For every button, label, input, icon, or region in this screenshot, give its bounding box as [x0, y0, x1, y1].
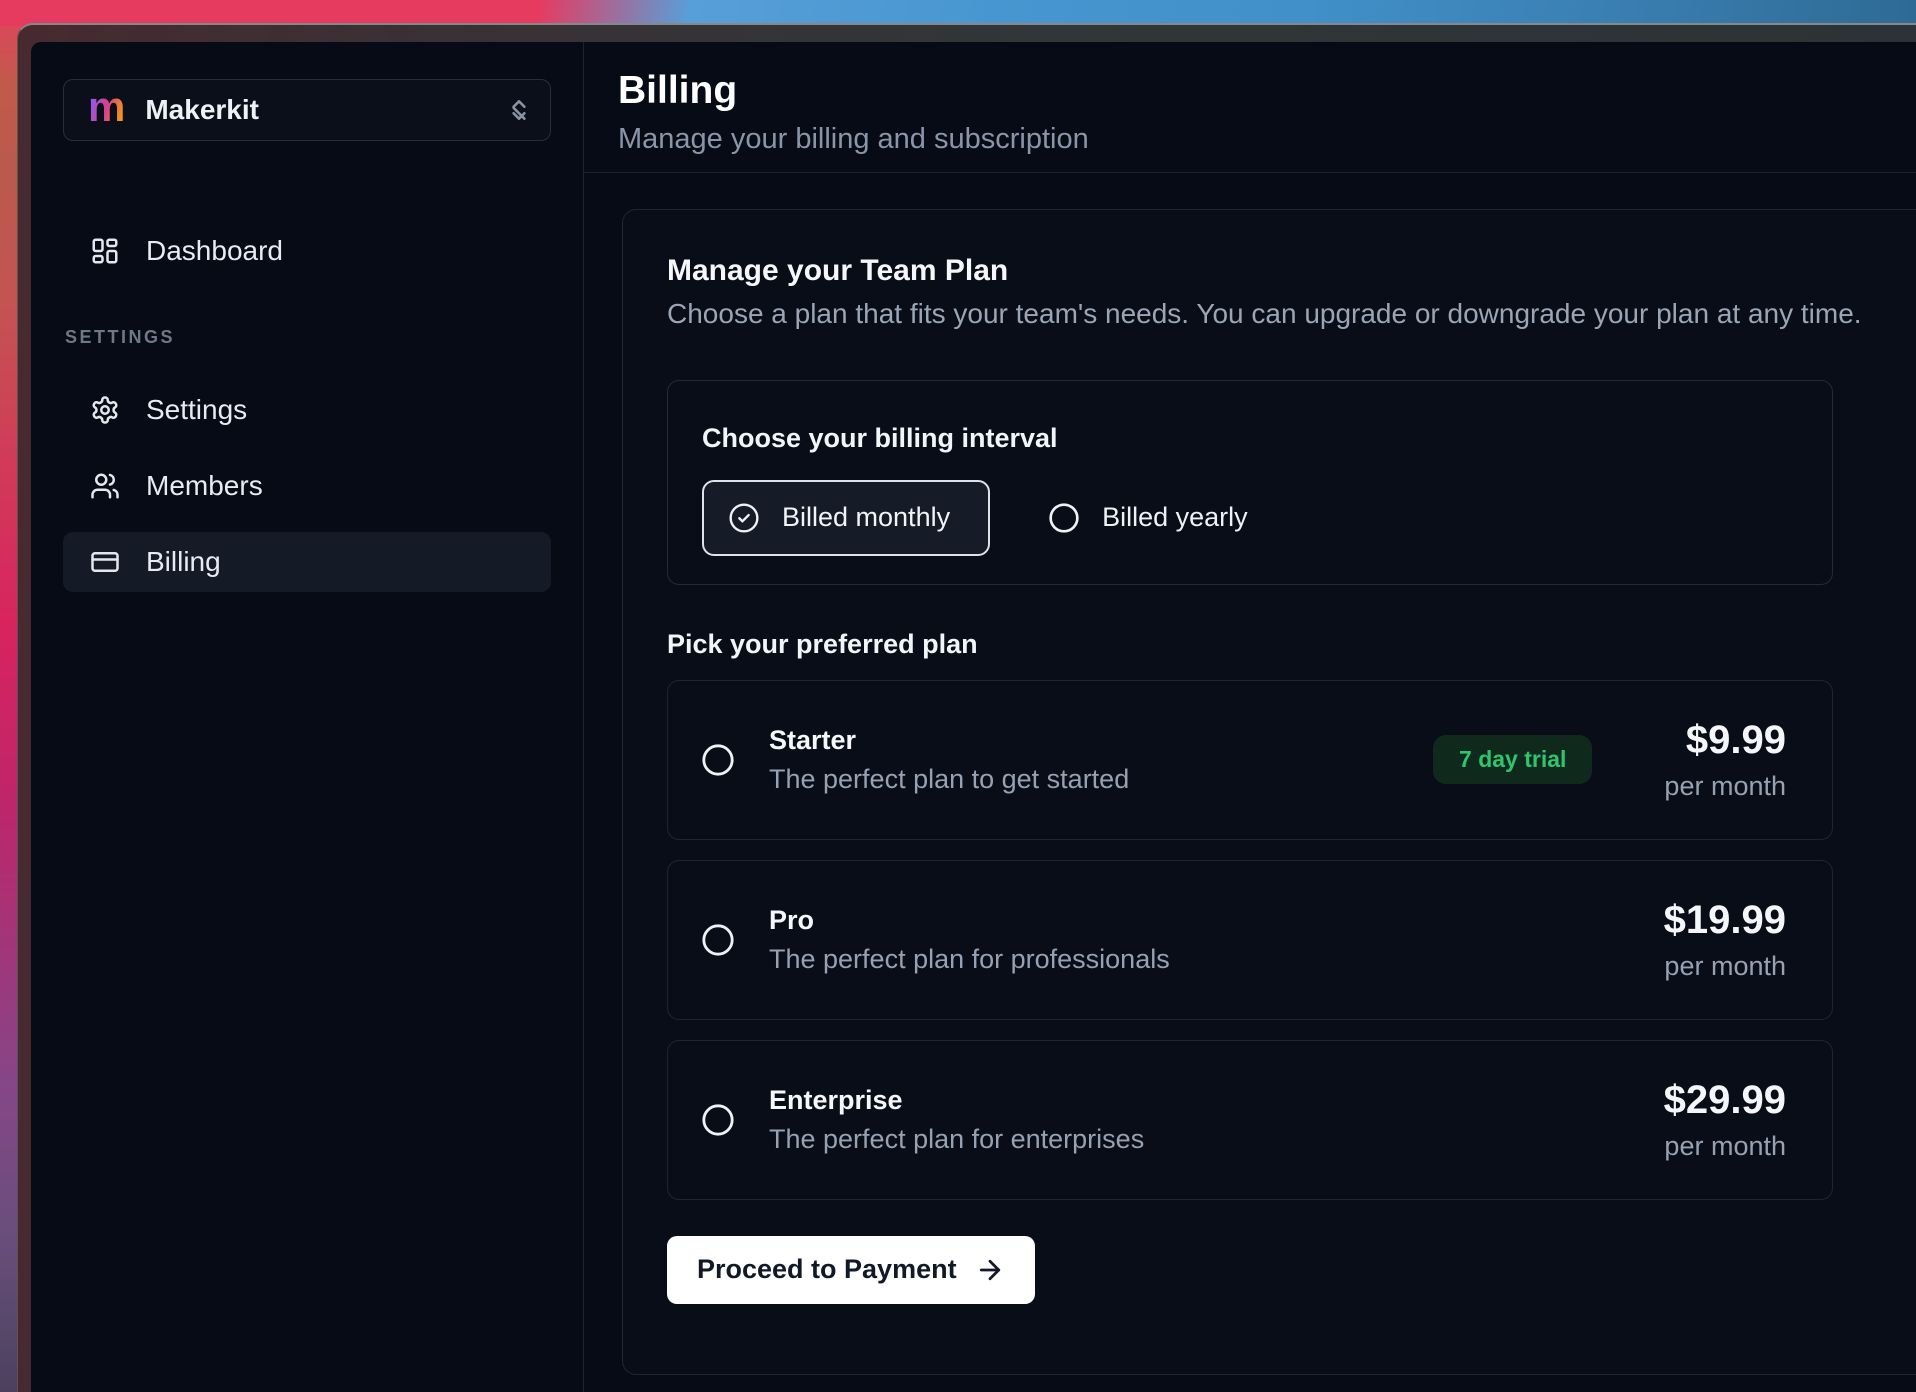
radio-circle-icon: [1048, 502, 1080, 534]
team-plan-card: Manage your Team Plan Choose a plan that…: [622, 209, 1916, 1375]
radio-label: Billed monthly: [782, 502, 950, 533]
billing-interval-label: Choose your billing interval: [702, 423, 1798, 454]
sidebar-item-label: Dashboard: [146, 235, 283, 267]
trial-badge: 7 day trial: [1433, 735, 1592, 784]
sidebar-item-label: Settings: [146, 394, 247, 426]
proceed-to-payment-button[interactable]: Proceed to Payment: [667, 1236, 1035, 1304]
plan-info: Enterprise The perfect plan for enterpri…: [769, 1085, 1630, 1155]
plan-name: Pro: [769, 905, 1630, 936]
plan-description: The perfect plan to get started: [769, 764, 1399, 795]
makerkit-logo: m: [88, 86, 125, 128]
page-content: Manage your Team Plan Choose a plan that…: [584, 173, 1916, 1392]
plan-period: per month: [1664, 1131, 1786, 1162]
arrow-right-icon: [975, 1255, 1005, 1285]
radio-circle-icon[interactable]: [701, 1103, 735, 1137]
app-window: m Makerkit Dashboard SETTINGS: [31, 42, 1916, 1392]
sidebar-item-label: Billing: [146, 546, 221, 578]
plan-name: Enterprise: [769, 1085, 1630, 1116]
settings-gear-icon: [90, 395, 120, 425]
radio-label: Billed yearly: [1102, 502, 1248, 533]
plan-name: Starter: [769, 725, 1399, 756]
members-users-icon: [90, 471, 120, 501]
plan-period: per month: [1664, 951, 1786, 982]
plan-price-block: $9.99 per month: [1664, 718, 1786, 802]
sidebar-item-dashboard[interactable]: Dashboard: [63, 221, 551, 281]
sidebar-item-settings[interactable]: Settings: [63, 380, 551, 440]
sidebar: m Makerkit Dashboard SETTINGS: [31, 42, 584, 1392]
card-description: Choose a plan that fits your team's need…: [667, 298, 1916, 330]
billing-credit-card-icon: [90, 547, 120, 577]
plans-section-label: Pick your preferred plan: [667, 629, 1916, 660]
billing-interval-group: Choose your billing interval Billed mont…: [667, 380, 1833, 585]
plan-info: Pro The perfect plan for professionals: [769, 905, 1630, 975]
sidebar-item-billing[interactable]: Billing: [63, 532, 551, 592]
proceed-button-label: Proceed to Payment: [697, 1254, 957, 1285]
sidebar-item-label: Members: [146, 470, 263, 502]
plan-option-enterprise[interactable]: Enterprise The perfect plan for enterpri…: [667, 1040, 1833, 1200]
page-header: Billing Manage your billing and subscrip…: [584, 42, 1916, 173]
plan-price: $9.99: [1664, 718, 1786, 763]
radio-billed-monthly[interactable]: Billed monthly: [702, 480, 990, 556]
plan-price-block: $19.99 per month: [1664, 898, 1786, 982]
card-title: Manage your Team Plan: [667, 254, 1916, 288]
chevrons-up-down-icon: [506, 97, 532, 123]
plan-option-pro[interactable]: Pro The perfect plan for professionals $…: [667, 860, 1833, 1020]
sidebar-section-label: SETTINGS: [65, 327, 551, 348]
app-window-frame: m Makerkit Dashboard SETTINGS: [17, 23, 1916, 1392]
dashboard-icon: [90, 236, 120, 266]
page-subtitle: Manage your billing and subscription: [618, 123, 1892, 156]
plan-info: Starter The perfect plan to get started: [769, 725, 1399, 795]
plan-price: $29.99: [1664, 1078, 1786, 1123]
plan-period: per month: [1664, 771, 1786, 802]
main-panel: Billing Manage your billing and subscrip…: [584, 42, 1916, 1392]
plan-description: The perfect plan for enterprises: [769, 1124, 1630, 1155]
billing-interval-options: Billed monthly Billed yearly: [702, 480, 1798, 556]
sidebar-nav: Dashboard SETTINGS Settings Members: [63, 221, 551, 592]
page-title: Billing: [618, 68, 1892, 115]
team-name: Makerkit: [145, 94, 486, 126]
sidebar-item-members[interactable]: Members: [63, 456, 551, 516]
plan-option-starter[interactable]: Starter The perfect plan to get started …: [667, 680, 1833, 840]
team-switcher[interactable]: m Makerkit: [63, 79, 551, 141]
plan-price-block: $29.99 per month: [1664, 1078, 1786, 1162]
radio-circle-icon[interactable]: [701, 743, 735, 777]
plan-description: The perfect plan for professionals: [769, 944, 1630, 975]
plan-price: $19.99: [1664, 898, 1786, 943]
check-circle-icon: [728, 502, 760, 534]
radio-billed-yearly[interactable]: Billed yearly: [1048, 502, 1248, 534]
radio-circle-icon[interactable]: [701, 923, 735, 957]
